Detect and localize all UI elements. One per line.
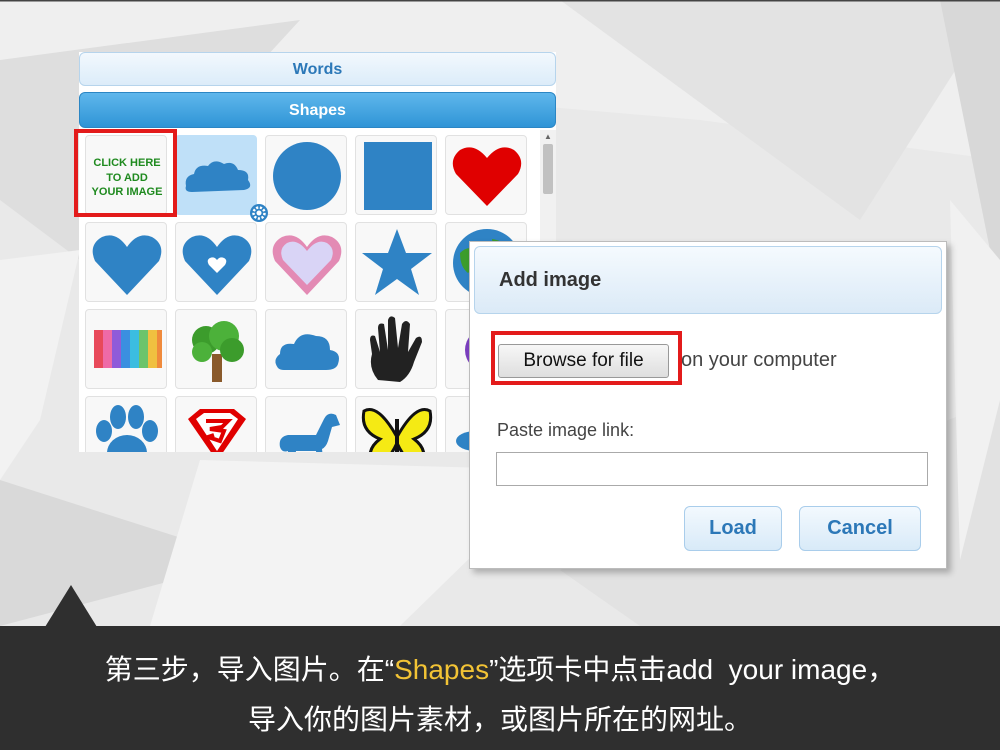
gear-icon[interactable] — [249, 203, 269, 223]
scroll-thumb[interactable] — [543, 144, 553, 194]
caption-highlight: Shapes — [394, 654, 490, 685]
shape-paw[interactable] — [85, 396, 167, 452]
cancel-button[interactable]: Cancel — [799, 506, 921, 551]
shape-star[interactable] — [355, 222, 437, 302]
browse-suffix-text: on your computer — [681, 349, 837, 371]
tab-words[interactable]: Words — [79, 52, 556, 86]
load-button[interactable]: Load — [684, 506, 782, 551]
shape-rainbow-stripes[interactable] — [85, 309, 167, 389]
shape-tree[interactable] — [175, 309, 257, 389]
add-image-dialog: Add image Browse for file on your comput… — [469, 241, 947, 569]
highlight-box-browse — [491, 331, 682, 385]
shape-heart-with-inner-heart[interactable] — [175, 222, 257, 302]
dialog-header: Add image — [474, 246, 942, 314]
caption-pointer — [45, 585, 97, 627]
shape-hand[interactable] — [355, 309, 437, 389]
shape-heart-outline[interactable] — [265, 222, 347, 302]
shape-heart[interactable] — [85, 222, 167, 302]
scroll-up-arrow-icon[interactable]: ▲ — [544, 132, 552, 141]
shape-superman-logo[interactable] — [175, 396, 257, 452]
caption-line-1: 第三步，导入图片。在“Shapes”选项卡中点击add your image， — [0, 648, 1000, 688]
shape-circle[interactable] — [265, 135, 347, 215]
caption-bar: 第三步，导入图片。在“Shapes”选项卡中点击add your image， … — [0, 626, 1000, 750]
dialog-title: Add image — [499, 269, 602, 291]
highlight-box-add-image — [74, 129, 177, 217]
caption-text: ”选项卡中点击add your image， — [489, 654, 896, 685]
caption-line-2: 导入你的图片素材，或图片所在的网址。 — [247, 704, 752, 735]
shape-butterfly[interactable] — [355, 396, 437, 452]
caption-text: 第三步，导入图片。在“ — [104, 654, 395, 685]
image-link-input[interactable] — [496, 452, 928, 486]
shape-cloud-selected[interactable] — [175, 135, 257, 215]
shape-cloud[interactable] — [265, 309, 347, 389]
shape-square[interactable] — [355, 135, 437, 215]
tab-shapes[interactable]: Shapes — [79, 92, 556, 128]
shape-red-heart[interactable] — [445, 135, 527, 215]
paste-link-label: Paste image link: — [497, 420, 635, 440]
shape-horse[interactable] — [265, 396, 347, 452]
